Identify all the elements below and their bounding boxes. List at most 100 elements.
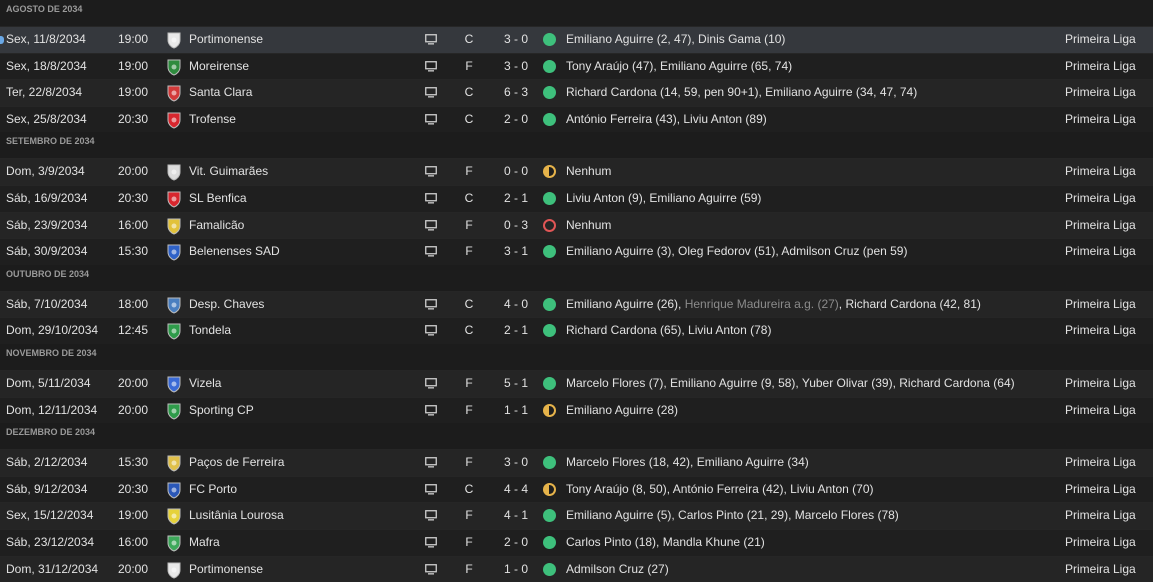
competition[interactable]: Primeira Liga [1065, 107, 1136, 132]
match-row[interactable]: Ter, 22/8/203419:00Santa ClaraC6 - 3Rich… [0, 79, 1153, 106]
opponent-name[interactable]: SL Benfica [189, 186, 247, 211]
match-time: 12:45 [118, 318, 148, 343]
result-icon [543, 298, 556, 311]
score[interactable]: 2 - 0 [496, 107, 536, 132]
competition[interactable]: Primeira Liga [1065, 477, 1136, 502]
match-time: 20:00 [118, 557, 148, 582]
competition[interactable]: Primeira Liga [1065, 318, 1136, 343]
tv-icon [425, 61, 437, 75]
match-row[interactable]: Dom, 3/9/203420:00Vit. GuimarãesF0 - 0Ne… [0, 158, 1153, 185]
match-date: Sáb, 30/9/2034 [6, 239, 102, 264]
opponent-name[interactable]: FC Porto [189, 477, 237, 502]
club-badge-icon[interactable] [166, 297, 182, 317]
score[interactable]: 5 - 1 [496, 371, 536, 396]
match-row[interactable]: Sáb, 9/12/203420:30FC PortoC4 - 4Tony Ar… [0, 476, 1153, 503]
competition[interactable]: Primeira Liga [1065, 371, 1136, 396]
competition[interactable]: Primeira Liga [1065, 27, 1136, 52]
score[interactable]: 1 - 0 [496, 557, 536, 582]
opponent-name[interactable]: Paços de Ferreira [189, 450, 284, 475]
win-indicator-icon [543, 33, 556, 46]
club-badge-icon[interactable] [166, 376, 182, 396]
club-badge-icon[interactable] [166, 85, 182, 105]
result-icon [543, 219, 556, 232]
opponent-name[interactable]: Tondela [189, 318, 231, 343]
opponent-name[interactable]: Mafra [189, 530, 220, 555]
opponent-name[interactable]: Moreirense [189, 54, 249, 79]
club-badge-icon[interactable] [166, 244, 182, 264]
club-badge-icon[interactable] [166, 218, 182, 238]
score[interactable]: 3 - 0 [496, 450, 536, 475]
scorers-text: Emiliano Aguirre (5), Carlos Pinto (21, … [566, 508, 899, 522]
competition[interactable]: Primeira Liga [1065, 530, 1136, 555]
club-badge-icon[interactable] [166, 32, 182, 52]
club-badge-icon[interactable] [166, 59, 182, 79]
club-badge-icon[interactable] [166, 455, 182, 475]
opponent-name[interactable]: Belenenses SAD [189, 239, 280, 264]
opponent-name[interactable]: Lusitânia Lourosa [189, 503, 284, 528]
club-badge-icon[interactable] [166, 112, 182, 132]
score[interactable]: 3 - 0 [496, 27, 536, 52]
competition[interactable]: Primeira Liga [1065, 398, 1136, 423]
opponent-name[interactable]: Desp. Chaves [189, 292, 264, 317]
scorers-text: Emiliano Aguirre (28) [566, 403, 678, 417]
club-badge-icon[interactable] [166, 164, 182, 184]
club-badge-icon[interactable] [166, 508, 182, 528]
match-row[interactable]: Sex, 15/12/203419:00Lusitânia LourosaF4 … [0, 502, 1153, 529]
club-badge-icon[interactable] [166, 562, 182, 582]
score[interactable]: 1 - 1 [496, 398, 536, 423]
opponent-name[interactable]: Vizela [189, 371, 221, 396]
score[interactable]: 2 - 0 [496, 530, 536, 555]
competition[interactable]: Primeira Liga [1065, 80, 1136, 105]
match-row[interactable]: Dom, 5/11/203420:00VizelaF5 - 1Marcelo F… [0, 370, 1153, 397]
tv-icon [425, 537, 437, 551]
score[interactable]: 0 - 0 [496, 159, 536, 184]
scorers-text: Emiliano Aguirre (2, 47), Dinis Gama (10… [566, 32, 785, 46]
club-badge-icon[interactable] [166, 191, 182, 211]
match-row[interactable]: Sáb, 7/10/203418:00Desp. ChavesC4 - 0Emi… [0, 291, 1153, 318]
opponent-name[interactable]: Portimonense [189, 27, 263, 52]
opponent-name[interactable]: Sporting CP [189, 398, 254, 423]
club-badge-icon[interactable] [166, 403, 182, 423]
score[interactable]: 2 - 1 [496, 318, 536, 343]
match-row[interactable]: Dom, 12/11/203420:00Sporting CPF1 - 1Emi… [0, 397, 1153, 424]
competition[interactable]: Primeira Liga [1065, 159, 1136, 184]
score[interactable]: 4 - 1 [496, 503, 536, 528]
match-date: Sex, 15/12/2034 [6, 503, 102, 528]
match-row[interactable]: Sáb, 23/9/203416:00FamalicãoF0 - 3Nenhum… [0, 212, 1153, 239]
match-time: 19:00 [118, 80, 148, 105]
score[interactable]: 4 - 4 [496, 477, 536, 502]
club-badge-icon[interactable] [166, 323, 182, 343]
competition[interactable]: Primeira Liga [1065, 239, 1136, 264]
opponent-name[interactable]: Portimonense [189, 557, 263, 582]
score[interactable]: 0 - 3 [496, 213, 536, 238]
club-badge-icon[interactable] [166, 482, 182, 502]
competition[interactable]: Primeira Liga [1065, 213, 1136, 238]
competition[interactable]: Primeira Liga [1065, 54, 1136, 79]
match-row[interactable]: Sáb, 23/12/203416:00MafraF2 - 0Carlos Pi… [0, 529, 1153, 556]
competition[interactable]: Primeira Liga [1065, 503, 1136, 528]
match-row[interactable]: Dom, 31/12/203420:00PortimonenseF1 - 0Ad… [0, 556, 1153, 582]
score[interactable]: 6 - 3 [496, 80, 536, 105]
score[interactable]: 3 - 1 [496, 239, 536, 264]
score[interactable]: 2 - 1 [496, 186, 536, 211]
competition[interactable]: Primeira Liga [1065, 557, 1136, 582]
opponent-name[interactable]: Trofense [189, 107, 236, 132]
competition[interactable]: Primeira Liga [1065, 292, 1136, 317]
match-row[interactable]: Sáb, 30/9/203415:30Belenenses SADF3 - 1E… [0, 238, 1153, 265]
match-row[interactable]: Sex, 25/8/203420:30TrofenseC2 - 0António… [0, 106, 1153, 133]
match-row[interactable]: Sex, 11/8/203419:00PortimonenseC3 - 0Emi… [0, 26, 1153, 53]
opponent-name[interactable]: Vit. Guimarães [189, 159, 268, 184]
score[interactable]: 3 - 0 [496, 54, 536, 79]
club-badge-icon[interactable] [166, 535, 182, 555]
match-row[interactable]: Sáb, 16/9/203420:30SL BenficaC2 - 1Liviu… [0, 185, 1153, 212]
match-row[interactable]: Dom, 29/10/203412:45TondelaC2 - 1Richard… [0, 317, 1153, 344]
venue: F [464, 371, 474, 396]
score[interactable]: 4 - 0 [496, 292, 536, 317]
competition[interactable]: Primeira Liga [1065, 450, 1136, 475]
opponent-name[interactable]: Famalicão [189, 213, 244, 238]
match-row[interactable]: Sáb, 2/12/203415:30Paços de FerreiraF3 -… [0, 449, 1153, 476]
match-row[interactable]: Sex, 18/8/203419:00MoreirenseF3 - 0Tony … [0, 53, 1153, 80]
competition[interactable]: Primeira Liga [1065, 186, 1136, 211]
opponent-name[interactable]: Santa Clara [189, 80, 252, 105]
win-indicator-icon [543, 456, 556, 469]
